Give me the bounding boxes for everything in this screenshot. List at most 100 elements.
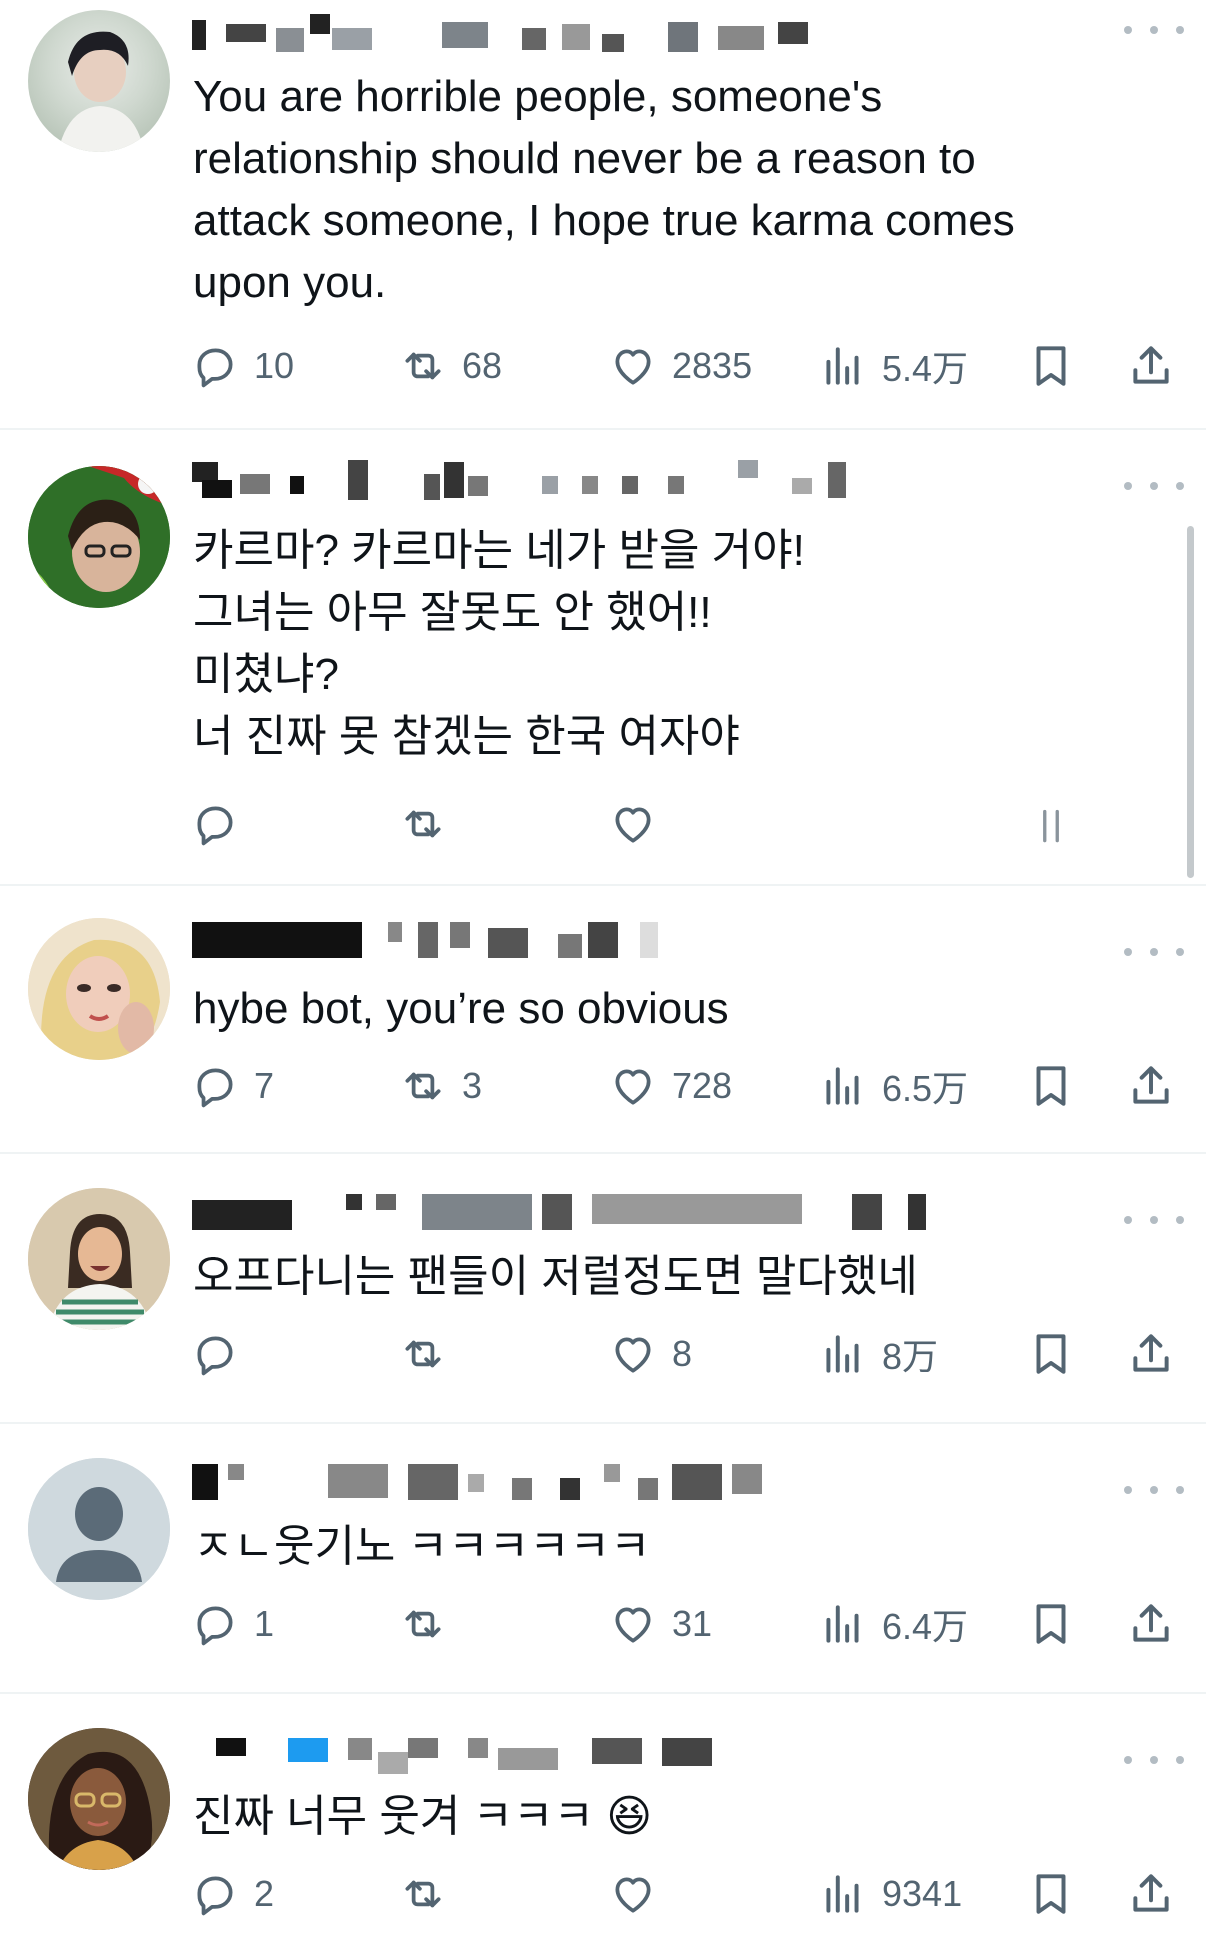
analytics-icon xyxy=(826,1067,859,1105)
more-options-icon[interactable] xyxy=(1124,474,1184,498)
analytics-icon xyxy=(1043,809,1059,843)
avatar[interactable] xyxy=(28,1458,170,1600)
avatar[interactable] xyxy=(28,1728,170,1870)
bookmark-icon xyxy=(1036,1066,1066,1106)
user-handle-redacted[interactable] xyxy=(192,460,852,500)
post-text: 카르마? 카르마는 네가 받을 거야! 그녀는 아무 잘못도 안 했어!! 미쳤… xyxy=(193,526,805,761)
like-button[interactable] xyxy=(608,794,672,854)
views-button[interactable]: 9341 xyxy=(818,1864,962,1924)
share-button[interactable] xyxy=(1126,1864,1176,1924)
views-button[interactable]: 5.4万 xyxy=(818,336,968,396)
user-handle-redacted[interactable] xyxy=(192,1194,932,1234)
repost-icon xyxy=(405,1880,441,1908)
reply-icon xyxy=(197,1876,233,1916)
reply-button[interactable] xyxy=(190,794,254,854)
view-count: 5.4万 xyxy=(882,348,969,389)
share-button[interactable] xyxy=(1126,336,1176,396)
repost-button[interactable] xyxy=(398,1324,462,1384)
user-handle-redacted[interactable] xyxy=(192,1738,792,1778)
bookmark-icon xyxy=(1036,1604,1066,1644)
like-button[interactable]: 31 xyxy=(608,1594,712,1654)
avatar[interactable] xyxy=(28,466,170,608)
bookmark-icon xyxy=(1036,346,1066,386)
more-options-icon[interactable] xyxy=(1124,1208,1184,1232)
like-count: 728 xyxy=(672,1065,733,1106)
reply-icon xyxy=(197,1606,233,1646)
bookmark-button[interactable] xyxy=(1026,1324,1076,1384)
analytics-icon xyxy=(826,1605,859,1643)
like-button[interactable]: 2835 xyxy=(608,336,752,396)
reply-button[interactable]: 7 xyxy=(190,1056,274,1116)
post-text: You are horrible people, someone's relat… xyxy=(193,72,1015,307)
heart-icon xyxy=(615,1069,651,1105)
post[interactable]: 카르마? 카르마는 네가 받을 거야! 그녀는 아무 잘못도 안 했어!! 미쳤… xyxy=(0,430,1206,884)
share-icon xyxy=(1133,1874,1169,1912)
repost-button[interactable] xyxy=(398,1594,462,1654)
more-options-icon[interactable] xyxy=(1124,18,1184,42)
reply-button[interactable]: 2 xyxy=(190,1864,274,1924)
post[interactable]: You are horrible people, someone's relat… xyxy=(0,0,1206,428)
post[interactable]: ㅈㄴ웃기노 ㅋㅋㅋㅋㅋㅋ 1 31 6.4万 xyxy=(0,1424,1206,1692)
views-button[interactable]: 8万 xyxy=(818,1324,938,1384)
post[interactable]: hybe bot, you’re so obvious 7 3 728 6.5万 xyxy=(0,886,1206,1152)
reply-count: 1 xyxy=(254,1603,275,1644)
views-button[interactable]: 6.5万 xyxy=(818,1056,968,1116)
share-icon xyxy=(1133,1066,1169,1104)
share-icon xyxy=(1133,1604,1169,1642)
like-button[interactable]: 8 xyxy=(608,1324,692,1384)
repost-button[interactable] xyxy=(398,1864,462,1924)
post[interactable]: 오프다니는 팬들이 저럴정도면 말다했네 8 8万 xyxy=(0,1154,1206,1422)
post-actions: 10 68 2835 5.4万 xyxy=(190,336,1186,396)
bookmark-button[interactable] xyxy=(1026,1056,1076,1116)
heart-icon xyxy=(615,807,651,843)
view-count: 8万 xyxy=(882,1336,939,1377)
reply-icon xyxy=(197,348,233,388)
post-actions: 2 9341 xyxy=(190,1864,1186,1924)
post-actions: 7 3 728 6.5万 xyxy=(190,1056,1186,1116)
scrollbar[interactable] xyxy=(1187,526,1194,878)
repost-button[interactable] xyxy=(398,794,462,854)
bookmark-button[interactable] xyxy=(1026,336,1076,396)
share-button[interactable] xyxy=(1126,1056,1176,1116)
user-handle-redacted[interactable] xyxy=(192,922,712,962)
more-options-icon[interactable] xyxy=(1124,1478,1184,1502)
reply-button[interactable]: 1 xyxy=(190,1594,274,1654)
more-options-icon[interactable] xyxy=(1124,1748,1184,1772)
share-button[interactable] xyxy=(1126,1324,1176,1384)
bookmark-button[interactable] xyxy=(1026,1864,1076,1924)
avatar[interactable] xyxy=(28,918,170,1060)
repost-icon xyxy=(405,810,441,838)
repost-icon xyxy=(405,352,441,380)
reply-count: 10 xyxy=(254,345,295,386)
bookmark-icon xyxy=(1036,1334,1066,1374)
reply-button[interactable] xyxy=(190,1324,254,1384)
post-actions: 1 31 6.4万 xyxy=(190,1594,1186,1654)
post[interactable]: 진짜 너무 웃겨 ㅋㅋㅋ 😆 2 9341 xyxy=(0,1694,1206,1933)
repost-count: 68 xyxy=(462,345,503,386)
like-button[interactable]: 728 xyxy=(608,1056,732,1116)
repost-icon xyxy=(405,1340,441,1368)
reply-icon xyxy=(197,1068,233,1108)
user-handle-redacted[interactable] xyxy=(192,14,832,54)
share-button[interactable] xyxy=(1126,1594,1176,1654)
like-button[interactable] xyxy=(608,1864,672,1924)
like-count: 8 xyxy=(672,1333,693,1374)
avatar[interactable] xyxy=(28,1188,170,1330)
user-handle-redacted[interactable] xyxy=(192,1464,792,1504)
reply-icon xyxy=(197,806,233,846)
repost-button[interactable]: 68 xyxy=(398,336,502,396)
heart-icon xyxy=(615,1877,651,1913)
more-options-icon[interactable] xyxy=(1124,940,1184,964)
bookmark-button[interactable] xyxy=(1026,1594,1076,1654)
analytics-icon xyxy=(826,1335,859,1373)
views-button[interactable]: 6.4万 xyxy=(818,1594,968,1654)
reply-count: 2 xyxy=(254,1873,275,1914)
repost-button[interactable]: 3 xyxy=(398,1056,482,1116)
post-actions: 8 8万 xyxy=(190,1324,1186,1384)
share-icon xyxy=(1133,346,1169,384)
repost-icon xyxy=(405,1610,441,1638)
reply-button[interactable]: 10 xyxy=(190,336,294,396)
heart-icon xyxy=(615,1337,651,1373)
views-button[interactable] xyxy=(1026,794,1090,854)
avatar[interactable] xyxy=(28,10,170,152)
